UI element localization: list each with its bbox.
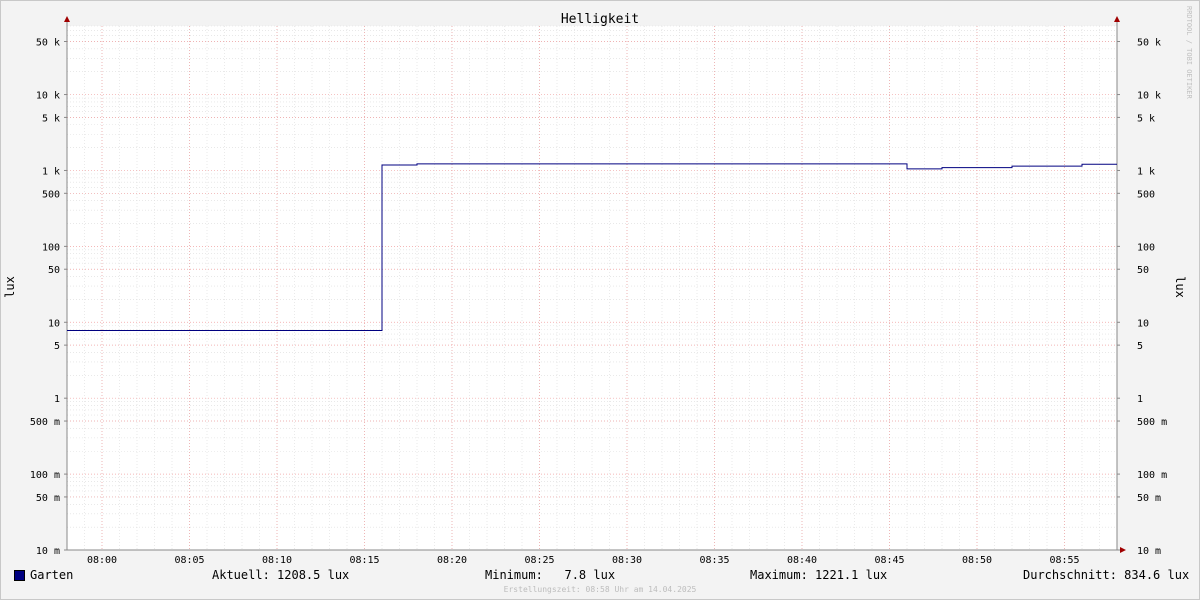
x-tick-label: 08:40 [787,555,817,566]
brightness-chart: 08:00 08:05 08:10 08:15 08:20 08:25 08:30 08:35… [3,6,1193,566]
y-tick-label-left: 50 [48,265,60,276]
y-tick-label-left: 10 k [36,91,60,102]
legend-minimum: Minimum: 7.8 lux [485,568,616,582]
creation-time: Erstellungszeit: 08:58 Uhr am 14.04.2025 [503,585,697,594]
y-tick-label-right: 1 k [1137,166,1155,177]
x-tick-label: 08:10 [262,555,292,566]
y-tick-label-left: 1 [54,394,60,405]
x-tick-label: 08:15 [349,555,379,566]
y-axis-label-right: lux [1173,276,1187,298]
y-tick-label-left: 10 [48,318,60,329]
y-tick-label-left: 50 k [36,37,60,48]
y-tick-label-left: 500 [42,189,60,200]
y-tick-label-right: 100 [1137,242,1155,253]
y-tick-label-left: 5 k [42,113,60,124]
y-axis-arrow-right [1114,16,1120,22]
x-tick-label: 08:55 [1049,555,1079,566]
x-tick-label: 08:05 [174,555,204,566]
y-tick-label-left: 100 m [30,470,60,481]
y-tick-label-right: 10 [1137,318,1149,329]
y-tick-label-left: 500 m [30,417,60,428]
x-tick-label: 08:00 [87,555,117,566]
y-tick-label-left: 5 [54,341,60,352]
x-tick-label: 08:25 [524,555,554,566]
y-tick-label-right: 100 m [1137,470,1167,481]
y-tick-label-right: 50 k [1137,37,1161,48]
y-tick-label-right: 10 m [1137,546,1161,557]
x-axis-arrow [1120,547,1126,553]
legend-series-name: Garten [30,568,74,582]
watermark: RRDTOOL / TOBI OETIKER [1185,6,1193,100]
y-tick-label-right: 5 k [1137,113,1155,124]
legend-average: Durchschnitt: 834.6 lux [1023,568,1190,582]
y-tick-label-left: 10 m [36,546,60,557]
y-axis-label-left: lux [3,276,17,298]
x-tick-label: 08:20 [437,555,467,566]
y-tick-label-right: 5 [1137,341,1143,352]
y-tick-label-right: 500 [1137,189,1155,200]
chart-title: Helligkeit [561,12,639,27]
x-tick-label: 08:50 [962,555,992,566]
x-tick-label: 08:35 [699,555,729,566]
y-axis-arrow-left [64,16,70,22]
legend-current: Aktuell: 1208.5 lux [212,568,350,582]
y-tick-label-right: 10 k [1137,91,1161,102]
y-tick-label-right: 500 m [1137,417,1167,428]
x-tick-label: 08:30 [612,555,642,566]
y-tick-label-right: 50 [1137,265,1149,276]
y-tick-label-left: 100 [42,242,60,253]
y-tick-label-right: 1 [1137,394,1143,405]
legend-swatch-garten [14,570,25,581]
x-tick-label: 08:45 [874,555,904,566]
y-tick-label-left: 1 k [42,166,60,177]
y-tick-label-left: 50 m [36,493,60,504]
legend-maximum: Maximum: 1221.1 lux [750,568,888,582]
y-tick-label-right: 50 m [1137,493,1161,504]
